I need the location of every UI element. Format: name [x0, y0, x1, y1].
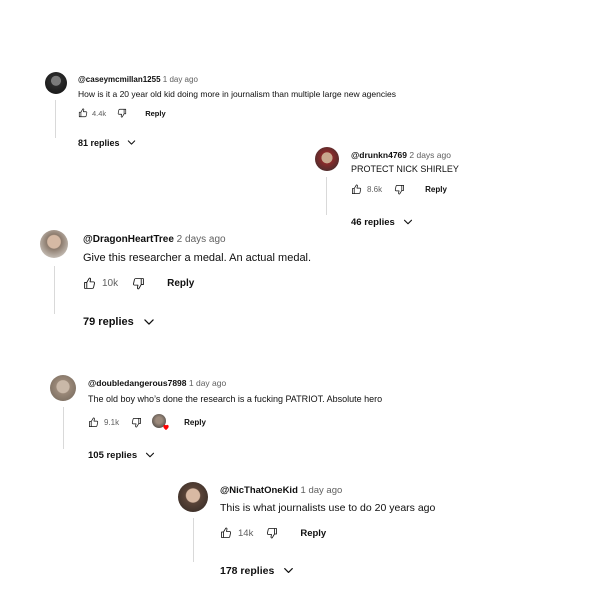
comment-thread: @drunkn4769 2 days ago PROTECT NICK SHIR…	[315, 147, 595, 232]
comment-time[interactable]: 1 day ago	[163, 75, 198, 84]
replies-count: 79 replies	[83, 316, 134, 328]
like-count: 8.6k	[367, 185, 383, 194]
comment-time[interactable]: 1 day ago	[189, 378, 226, 388]
thumbs-up-icon[interactable]	[351, 184, 362, 195]
view-replies-button[interactable]: 81 replies	[78, 137, 137, 148]
reply-button[interactable]: Reply	[145, 109, 165, 118]
avatar[interactable]	[178, 482, 208, 512]
avatar[interactable]	[45, 72, 67, 94]
replies-count: 105 replies	[88, 449, 138, 461]
thumbs-down-icon[interactable]	[117, 108, 127, 118]
view-replies-button[interactable]: 105 replies	[88, 449, 156, 461]
comment-text: Give this researcher a medal. An actual …	[83, 252, 312, 264]
like-count: 4.4k	[92, 108, 107, 118]
thread-line	[326, 177, 327, 215]
thumbs-up-icon[interactable]	[83, 277, 96, 290]
thumbs-down-icon[interactable]	[131, 417, 142, 428]
heart-icon	[163, 424, 169, 430]
avatar[interactable]	[315, 147, 339, 171]
thumbs-down-icon[interactable]	[266, 527, 278, 539]
chevron-down-icon	[282, 564, 295, 577]
comment-time[interactable]: 2 days ago	[177, 234, 226, 245]
thread-line	[193, 518, 194, 562]
comment-header: @DragonHeartTree 2 days ago	[83, 234, 226, 245]
replies-count: 178 replies	[220, 564, 275, 577]
thread-line	[55, 100, 56, 138]
comment-time[interactable]: 1 day ago	[301, 485, 343, 496]
comment-author[interactable]: @drunkn4769	[351, 150, 407, 160]
comment-text: The old boy who’s done the research is a…	[88, 394, 383, 404]
comment-author[interactable]: @caseymcmillan1255	[78, 75, 161, 84]
reply-button[interactable]: Reply	[425, 185, 447, 194]
comment-actions: 4.4k Reply	[78, 108, 166, 118]
replies-count: 46 replies	[351, 216, 395, 228]
reply-button[interactable]: Reply	[167, 278, 194, 289]
chevron-down-icon	[144, 449, 156, 461]
thumbs-down-icon[interactable]	[132, 277, 145, 290]
avatar[interactable]	[40, 230, 68, 258]
thumbs-up-icon[interactable]	[78, 108, 88, 118]
like-count: 10k	[102, 278, 119, 289]
comment-author[interactable]: @doubledangerous7898	[88, 378, 187, 388]
comment-time[interactable]: 2 days ago	[409, 150, 451, 160]
comment-thread: @DragonHeartTree 2 days ago Give this re…	[40, 230, 440, 335]
chevron-down-icon	[126, 137, 137, 148]
view-replies-button[interactable]: 46 replies	[351, 216, 414, 228]
view-replies-button[interactable]: 178 replies	[220, 564, 295, 577]
thread-line	[54, 266, 55, 314]
avatar[interactable]	[50, 375, 76, 401]
comment-text: PROTECT NICK SHIRLEY	[351, 164, 459, 174]
thumbs-up-icon[interactable]	[220, 527, 232, 539]
comment-actions: 9.1k Reply	[88, 414, 206, 430]
comment-header: @doubledangerous7898 1 day ago	[88, 378, 226, 388]
comment-thread: @NicThatOneKid 1 day ago This is what jo…	[178, 482, 588, 582]
chevron-down-icon	[142, 315, 156, 329]
thumbs-up-icon[interactable]	[88, 417, 99, 428]
comment-header: @drunkn4769 2 days ago	[351, 150, 451, 160]
like-count: 14k	[238, 527, 254, 539]
comment-actions: 14k Reply	[220, 527, 326, 539]
comment-text: This is what journalists use to do 20 ye…	[220, 502, 436, 514]
comment-author[interactable]: @DragonHeartTree	[83, 234, 174, 245]
comment-header: @NicThatOneKid 1 day ago	[220, 485, 342, 496]
comment-thread: @doubledangerous7898 1 day ago The old b…	[50, 375, 450, 470]
comment-header: @caseymcmillan1255 1 day ago	[78, 75, 198, 84]
creator-heart-badge	[152, 414, 169, 430]
reply-button[interactable]: Reply	[184, 418, 206, 427]
view-replies-button[interactable]: 79 replies	[83, 315, 156, 329]
comment-text: How is it a 20 year old kid doing more i…	[78, 89, 396, 99]
comment-thread: @caseymcmillan1255 1 day ago How is it a…	[45, 72, 445, 157]
reply-button[interactable]: Reply	[300, 528, 326, 539]
comment-actions: 10k Reply	[83, 277, 194, 290]
like-count: 9.1k	[104, 417, 120, 427]
thread-line	[63, 407, 64, 449]
comment-author[interactable]: @NicThatOneKid	[220, 485, 298, 496]
thumbs-down-icon[interactable]	[394, 184, 405, 195]
comment-actions: 8.6k Reply	[351, 184, 447, 195]
chevron-down-icon	[402, 216, 414, 228]
replies-count: 81 replies	[78, 137, 120, 148]
